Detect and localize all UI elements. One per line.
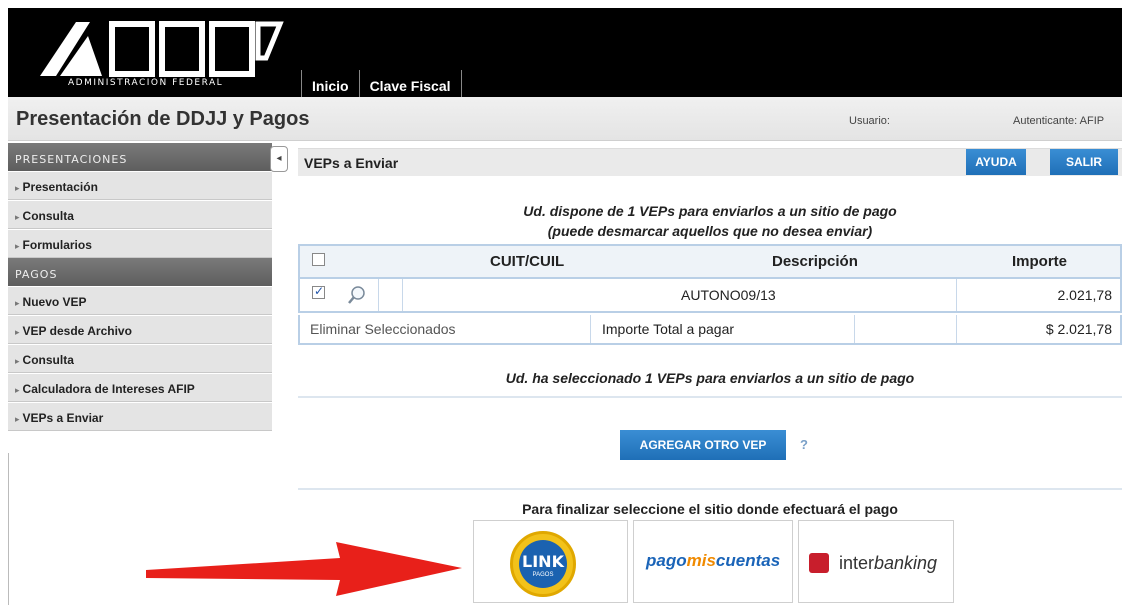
sidebar-item-consulta-pagos[interactable]: ▸ Consulta [8,344,272,373]
magnifier-icon[interactable] [346,284,368,306]
nav-clave-fiscal[interactable]: Clave Fiscal [364,70,457,97]
link-logo-sub: PAGOS [532,572,554,578]
chevron-right-icon: ▸ [15,212,20,222]
pagomiscuentas-logo: pagomiscuentas [646,551,781,570]
sidebar-item-presentacion[interactable]: ▸ Presentación [8,171,272,200]
divider [8,453,9,605]
chevron-right-icon: ▸ [15,414,20,424]
sidebar-item-veps-a-enviar[interactable]: ▸ VEPs a Enviar [8,402,272,431]
page-title: Presentación de DDJJ y Pagos [16,108,310,130]
interbanking-logo-icon [809,553,829,573]
table-header-row: CUIT/CUIL Descripción Importe [300,246,1120,279]
info-selected-veps: Ud. ha seleccionado 1 VEPs para enviarlo… [505,370,915,386]
sidebar-item-calculadora[interactable]: ▸ Calculadora de Intereses AFIP [8,373,272,402]
sidebar-section-pagos: PAGOS [8,258,272,286]
info-deselect-hint: (puede desmarcar aquellos que no desea e… [547,223,873,239]
divider [298,488,1122,490]
user-label: Usuario: [849,115,890,127]
chevron-right-icon: ▸ [15,385,20,395]
logo-caption: ADMINISTRACION FEDERAL [68,78,224,88]
column-header-descripcion: Descripción [772,253,858,270]
totals-row: Eliminar Seleccionados Importe Total a p… [298,315,1122,345]
add-vep-button[interactable]: AGREGAR OTRO VEP [620,430,786,460]
row-importe: 2.021,78 [1057,287,1113,303]
chevron-right-icon: ▸ [15,241,20,251]
help-question-icon[interactable]: ? [800,437,808,452]
interbanking-logo-text: interbanking [839,553,938,573]
select-all-checkbox[interactable] [312,252,325,266]
help-button[interactable]: AYUDA [966,149,1026,175]
row-descripcion: AUTONO09/13 [681,287,776,303]
chevron-right-icon: ▸ [15,298,20,308]
chevron-right-icon: ▸ [15,327,20,337]
link-logo-word: LINK [522,552,564,571]
column-header-cuit: CUIT/CUIL [490,253,565,270]
row-checkbox[interactable] [312,284,325,299]
section-title: VEPs a Enviar [304,155,399,171]
red-arrow-annotation [146,542,462,596]
total-label: Importe Total a pagar [602,321,735,337]
sidebar-item-nuevo-vep[interactable]: ▸ Nuevo VEP [8,286,272,315]
finalize-instruction: Para finalizar seleccione el sitio donde… [522,501,898,517]
title-bar: Presentación de DDJJ y Pagos Usuario: Au… [8,97,1122,141]
table-row: AUTONO09/13 2.021,78 [300,279,1120,311]
delete-selected-link[interactable]: Eliminar Seleccionados [310,321,456,337]
payment-site-interbanking[interactable]: interbanking [798,520,954,603]
sidebar: PRESENTACIONES ▸ Presentación ▸ Consulta ▸… [8,143,272,431]
authenticator-label: Autenticante: AFIP [1013,115,1105,127]
info-available-veps: Ud. dispone de 1 VEPs para enviarlos a u… [523,203,897,219]
header-bar: ADMINISTRACION FEDERAL Inicio Clave Fisc… [8,8,1122,97]
sidebar-section-presentaciones: PRESENTACIONES [8,143,272,171]
exit-button[interactable]: SALIR [1050,149,1118,175]
column-header-importe: Importe [1012,253,1068,270]
payment-site-link[interactable]: LINK PAGOS [473,520,628,603]
nav-inicio[interactable]: Inicio [306,70,355,97]
chevron-right-icon: ▸ [15,356,20,366]
sidebar-item-formularios[interactable]: ▸ Formularios [8,229,272,258]
chevron-right-icon: ▸ [15,183,20,193]
top-nav: Inicio Clave Fiscal [297,70,466,97]
sidebar-collapse-button[interactable]: ◂ [270,146,288,172]
sidebar-item-vep-desde-archivo[interactable]: ▸ VEP desde Archivo [8,315,272,344]
divider [298,396,1122,398]
sidebar-item-consulta-ddjj[interactable]: ▸ Consulta [8,200,272,229]
payment-site-pagomiscuentas[interactable]: pagomiscuentas [633,520,793,603]
link-logo-icon: LINK PAGOS [510,531,576,597]
total-value: $ 2.021,78 [1045,321,1112,337]
vep-table: CUIT/CUIL Descripción Importe AUTONO09/1… [298,244,1122,313]
